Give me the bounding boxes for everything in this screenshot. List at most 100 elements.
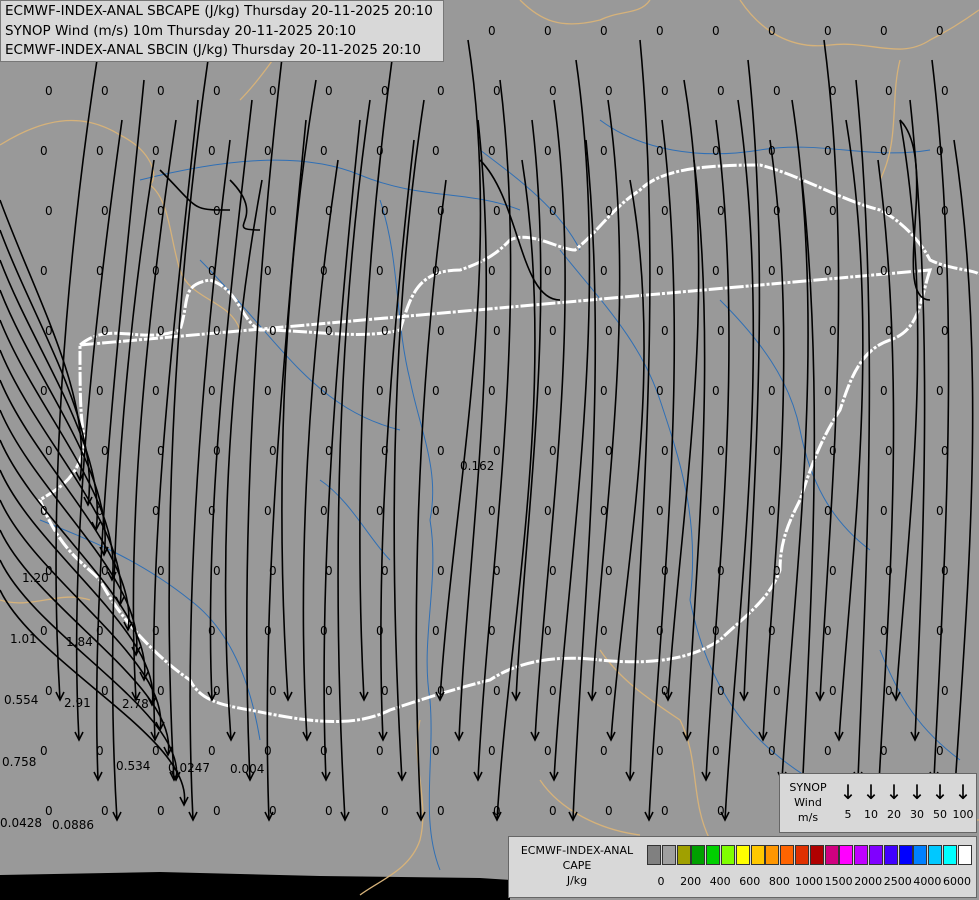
cape-label: 0 bbox=[773, 684, 781, 698]
cape-color-swatch bbox=[661, 845, 676, 865]
cape-label: 0 bbox=[45, 804, 53, 818]
cape-label: 0 bbox=[157, 564, 165, 578]
cape-label: 0 bbox=[605, 804, 613, 818]
cape-label: 0 bbox=[320, 144, 328, 158]
cape-label: 0 bbox=[493, 324, 501, 338]
cape-label: 0 bbox=[549, 444, 557, 458]
cape-color-swatch bbox=[750, 845, 765, 865]
cape-label: 0 bbox=[768, 24, 776, 38]
cape-label: 0 bbox=[264, 504, 272, 518]
cape-color-swatch bbox=[824, 845, 839, 865]
cape-label: 0 bbox=[45, 684, 53, 698]
cape-color-swatch bbox=[957, 845, 972, 865]
cape-label: 0 bbox=[829, 324, 837, 338]
cape-label: 0 bbox=[941, 564, 949, 578]
cape-label: 0 bbox=[437, 684, 445, 698]
cape-label: 0 bbox=[941, 204, 949, 218]
cape-label: 0 bbox=[96, 504, 104, 518]
cape-label: 0 bbox=[936, 744, 944, 758]
cape-label: 0 bbox=[824, 144, 832, 158]
cape-color-swatch bbox=[676, 845, 691, 865]
cape-label: 0 bbox=[605, 564, 613, 578]
cape-label: 0 bbox=[488, 504, 496, 518]
cape-label: 0 bbox=[269, 564, 277, 578]
cape-label: 0 bbox=[605, 84, 613, 98]
cape-label: 0 bbox=[656, 744, 664, 758]
cape-label: 0 bbox=[656, 504, 664, 518]
cape-label: 0 bbox=[661, 804, 669, 818]
cape-label: 0 bbox=[661, 324, 669, 338]
cape-label: 0 bbox=[381, 804, 389, 818]
cape-label: 0 bbox=[152, 624, 160, 638]
cape-label: 0 bbox=[40, 504, 48, 518]
cape-label: 0 bbox=[824, 384, 832, 398]
cape-label: 0 bbox=[40, 744, 48, 758]
cape-label: 0 bbox=[157, 324, 165, 338]
wind-arrow-icon: ↓ bbox=[839, 780, 857, 804]
cape-label-value: 0.0886 bbox=[52, 818, 94, 832]
cape-label: 0 bbox=[936, 264, 944, 278]
cape-label: 0 bbox=[45, 84, 53, 98]
cape-label: 0 bbox=[549, 804, 557, 818]
cape-label: 0 bbox=[824, 744, 832, 758]
cape-label: 0 bbox=[432, 144, 440, 158]
cape-label: 0 bbox=[437, 564, 445, 578]
cape-color-swatch bbox=[765, 845, 780, 865]
cape-label: 0 bbox=[213, 444, 221, 458]
cape-label: 0 bbox=[605, 204, 613, 218]
cape-label: 0 bbox=[717, 684, 725, 698]
cape-label: 0 bbox=[157, 444, 165, 458]
cape-label: 0 bbox=[493, 84, 501, 98]
cape-label: 0 bbox=[376, 744, 384, 758]
cape-label-value: 0.534 bbox=[116, 759, 150, 773]
cape-label: 0 bbox=[381, 444, 389, 458]
cape-label: 0 bbox=[829, 564, 837, 578]
cape-label: 0 bbox=[213, 204, 221, 218]
weather-map[interactable]: 0 0 0 0 0 0 0 0 0 0 0 0 0 0 0 0 0 0 0 0 0 0 0 0 0 0 0 0 0 0 0 0 0 0 0 0 0 0 0 0… bbox=[0, 0, 979, 900]
cape-label: 0 bbox=[600, 744, 608, 758]
cape-label: 0 bbox=[269, 444, 277, 458]
cape-label: 0 bbox=[325, 804, 333, 818]
cape-label: 0 bbox=[549, 204, 557, 218]
cape-label-value: 0.162 bbox=[460, 459, 494, 473]
cape-label: 0 bbox=[493, 204, 501, 218]
cape-label: 0 bbox=[717, 564, 725, 578]
cape-label: 0 bbox=[432, 504, 440, 518]
cape-label: 0 bbox=[544, 264, 552, 278]
cape-label: 0 bbox=[208, 504, 216, 518]
cape-label: 0 bbox=[320, 264, 328, 278]
cape-label: 0 bbox=[101, 564, 109, 578]
cape-label: 0 bbox=[717, 804, 725, 818]
cape-label: 0 bbox=[600, 624, 608, 638]
cape-legend-title: ECMWF-INDEX-ANAL CAPE J/kg bbox=[520, 844, 634, 887]
cape-label: 0 bbox=[213, 324, 221, 338]
cape-label: 0 bbox=[488, 744, 496, 758]
cape-label: 0 bbox=[656, 264, 664, 278]
cape-label: 0 bbox=[712, 504, 720, 518]
cape-label: 0 bbox=[885, 204, 893, 218]
cape-label-value: 1.20 bbox=[22, 571, 49, 585]
cape-color-legend: ECMWF-INDEX-ANAL CAPE J/kg 0 200 400 600 800… bbox=[508, 836, 977, 898]
cape-label: 0 bbox=[824, 24, 832, 38]
cape-label-value: 1.01 bbox=[10, 632, 37, 646]
cape-label: 0 bbox=[325, 84, 333, 98]
cape-label: 0 bbox=[600, 144, 608, 158]
cape-label: 0 bbox=[880, 144, 888, 158]
cape-label: 0 bbox=[768, 504, 776, 518]
cape-legend-tick: 800 bbox=[768, 875, 790, 888]
cape-label: 0 bbox=[936, 624, 944, 638]
cape-color-swatch bbox=[795, 845, 809, 865]
cape-label: 0 bbox=[493, 684, 501, 698]
cape-label: 0 bbox=[488, 264, 496, 278]
cape-label: 0 bbox=[381, 204, 389, 218]
cape-label: 0 bbox=[880, 264, 888, 278]
cape-label: 0 bbox=[152, 384, 160, 398]
wind-legend: SYNOP Wind m/s ↓ 5 ↓ 10 ↓ 20 ↓ 30 ↓ 50 ↓ 100 bbox=[779, 773, 977, 833]
cape-label: 0 bbox=[325, 324, 333, 338]
cape-label: 0 bbox=[376, 504, 384, 518]
cape-label: 0 bbox=[376, 624, 384, 638]
title-cape: ECMWF-INDEX-ANAL SBCAPE (J/kg) Thursday … bbox=[5, 3, 433, 19]
cape-label: 0 bbox=[605, 324, 613, 338]
wind-legend-item: ↓ 5 bbox=[836, 778, 860, 821]
cape-label: 0 bbox=[208, 144, 216, 158]
